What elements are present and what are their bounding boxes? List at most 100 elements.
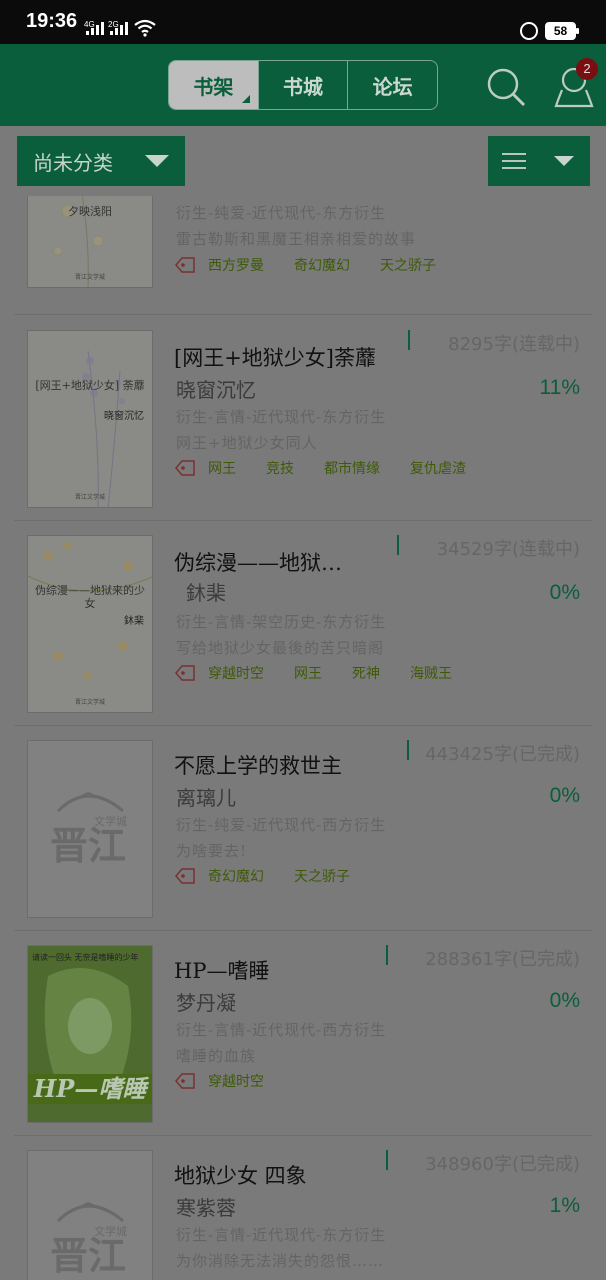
book-item[interactable]: 夕映浅阳 晋江文学城 衍生-纯爱-近代现代-东方衍生 雷古勒斯和黑魔王相亲相爱的… xyxy=(14,196,592,315)
cover-title: [网王+地狱少女] 荼蘼 xyxy=(35,379,145,392)
book-tag[interactable]: 复仇虐渣 xyxy=(410,458,466,478)
book-title: HP—嗜睡 xyxy=(174,959,270,983)
book-cover[interactable]: 晋江 文学城 xyxy=(27,740,153,918)
tag-icon xyxy=(175,460,195,476)
book-description: 嗜睡的血族 xyxy=(176,1047,257,1065)
book-genre: 衍生-言情-近代现代-东方衍生 xyxy=(176,408,387,426)
book-tag[interactable]: 穿越时空 xyxy=(208,663,264,683)
category-dropdown[interactable]: 尚未分类 xyxy=(17,136,185,186)
book-tag[interactable]: 天之骄子 xyxy=(380,255,436,275)
book-tags: 网王 竞技 都市情缘 复仇虐渣 xyxy=(174,458,466,478)
cover-publisher: 晋江文学城 xyxy=(74,699,105,706)
book-title: 不愿上学的救世主 xyxy=(174,754,342,778)
book-genre: 衍生-纯爱-近代现代-东方衍生 xyxy=(176,204,387,222)
book-cover[interactable]: 伪综漫——地狱来的少女 鈢棐 晋江文学城 xyxy=(27,535,153,713)
divider xyxy=(407,740,409,760)
book-word-count: 8295字(连载中) xyxy=(448,334,580,355)
app-header: 书架 书城 论坛 2 xyxy=(0,44,606,126)
book-title: 伪综漫——地狱… xyxy=(174,551,342,575)
cover-author: 晓窗沉忆 xyxy=(104,411,144,422)
reading-progress: 11% xyxy=(539,376,580,399)
book-tag[interactable]: 西方罗曼 xyxy=(208,255,264,275)
book-title: 地狱少女 四象 xyxy=(174,1164,307,1188)
cover-publisher: 文学城 xyxy=(94,815,127,828)
book-item[interactable]: 晋江 文学城 348960字(已完成) 地狱少女 四象 寒紫蓉 1% 衍生-言情… xyxy=(14,1136,592,1280)
book-tag[interactable]: 都市情缘 xyxy=(324,458,380,478)
cover-publisher: 请读一回头 无奈是嗜睡的少年 xyxy=(32,953,139,962)
tag-icon xyxy=(175,868,195,884)
signal-icon-1 xyxy=(86,22,104,35)
tag-icon xyxy=(175,1073,195,1089)
cover-publisher: 晋江文学城 xyxy=(74,494,105,501)
tab-bar: 书架 书城 论坛 xyxy=(168,60,438,110)
book-tag[interactable]: 穿越时空 xyxy=(208,1071,264,1091)
book-item[interactable]: 伪综漫——地狱来的少女 鈢棐 晋江文学城 34529字(连载中) 伪综漫——地狱… xyxy=(14,521,592,726)
book-tag[interactable]: 奇幻魔幻 xyxy=(294,255,350,275)
book-title: [网王+地狱少女]荼蘼 xyxy=(174,346,376,370)
signal-icon-2 xyxy=(110,22,128,35)
cover-author: 鈢棐 xyxy=(124,616,144,627)
tag-icon xyxy=(175,665,195,681)
chevron-down-icon xyxy=(554,156,574,166)
reading-progress: 0% xyxy=(549,989,580,1012)
wifi-icon xyxy=(134,19,156,37)
reading-progress: 1% xyxy=(549,1194,580,1217)
book-tag[interactable]: 死神 xyxy=(352,663,380,683)
book-author: 寒紫蓉 xyxy=(176,1196,236,1220)
cover-title: 伪综漫——地狱来的少女 xyxy=(35,584,145,610)
cover-publisher: 文学城 xyxy=(94,1225,127,1238)
book-tag[interactable]: 竞技 xyxy=(266,458,294,478)
tab-bookshelf[interactable]: 书架 xyxy=(169,61,259,109)
book-item[interactable]: 晋江 文学城 443425字(已完成) 不愿上学的救世主 离璃儿 0% 衍生-纯… xyxy=(14,726,592,931)
tab-bookstore[interactable]: 书城 xyxy=(259,61,349,109)
status-bar: 19:36 4G 2G 58 xyxy=(0,0,606,44)
cover-title: HP—嗜睡 xyxy=(28,1074,152,1104)
divider xyxy=(408,330,410,350)
book-genre: 衍生-言情-近代现代-西方衍生 xyxy=(176,1021,387,1039)
book-genre: 衍生-纯爱-近代现代-西方衍生 xyxy=(176,816,387,834)
notification-badge: 2 xyxy=(576,58,598,80)
book-cover[interactable]: 请读一回头 无奈是嗜睡的少年 HP—嗜睡 xyxy=(27,945,153,1123)
book-cover[interactable]: [网王+地狱少女] 荼蘼 晓窗沉忆 晋江文学城 xyxy=(27,330,153,508)
battery-icon: 58 xyxy=(545,22,579,40)
book-item[interactable]: [网王+地狱少女] 荼蘼 晓窗沉忆 晋江文学城 8295字(连载中) [网王+地… xyxy=(14,316,592,521)
view-mode-dropdown[interactable] xyxy=(488,136,590,186)
book-tag[interactable]: 天之骄子 xyxy=(294,866,350,886)
book-word-count: 288361字(已完成) xyxy=(425,949,580,970)
book-genre: 衍生-言情-架空历史-东方衍生 xyxy=(176,613,387,631)
book-description: 写给地狱少女最後的苦只暗阁 xyxy=(176,639,385,657)
book-cover[interactable]: 晋江 文学城 xyxy=(27,1150,153,1280)
rotation-lock-icon xyxy=(520,22,538,40)
book-cover[interactable]: 夕映浅阳 晋江文学城 xyxy=(27,196,153,288)
notification-button[interactable]: 2 xyxy=(548,58,598,110)
chevron-down-icon xyxy=(145,155,169,167)
book-list[interactable]: 夕映浅阳 晋江文学城 衍生-纯爱-近代现代-东方衍生 雷古勒斯和黑魔王相亲相爱的… xyxy=(0,196,606,1280)
divider xyxy=(397,535,399,555)
book-tag[interactable]: 网王 xyxy=(294,663,322,683)
cover-title: 夕映浅阳 xyxy=(68,205,112,218)
book-tags: 奇幻魔幻 天之骄子 xyxy=(174,866,350,886)
book-word-count: 348960字(已完成) xyxy=(425,1154,580,1175)
divider xyxy=(386,945,388,965)
book-author: 鈢棐 xyxy=(186,581,226,605)
book-tag[interactable]: 海贼王 xyxy=(410,663,452,683)
reading-progress: 0% xyxy=(549,784,580,807)
book-description: 为你消除无法消失的怨恨…… xyxy=(176,1252,385,1270)
status-time: 19:36 xyxy=(26,10,78,32)
book-word-count: 34529字(连载中) xyxy=(436,539,580,560)
book-tags: 穿越时空 xyxy=(174,1071,264,1091)
book-tags: 西方罗曼 奇幻魔幻 天之骄子 xyxy=(174,255,436,275)
tab-forum[interactable]: 论坛 xyxy=(348,61,437,109)
book-description: 雷古勒斯和黑魔王相亲相爱的故事 xyxy=(176,230,417,248)
book-author: 晓窗沉忆 xyxy=(176,378,256,402)
toolbar: 尚未分类 xyxy=(0,126,606,196)
search-icon[interactable] xyxy=(485,66,527,108)
cover-publisher: 晋江文学城 xyxy=(74,274,105,281)
book-description: 为啥要去! xyxy=(176,842,248,860)
book-tag[interactable]: 奇幻魔幻 xyxy=(208,866,264,886)
book-tags: 穿越时空 网王 死神 海贼王 xyxy=(174,663,452,683)
book-tag[interactable]: 网王 xyxy=(208,458,236,478)
category-label: 尚未分类 xyxy=(33,150,113,175)
book-item[interactable]: 请读一回头 无奈是嗜睡的少年 HP—嗜睡 288361字(已完成) HP—嗜睡 … xyxy=(14,931,592,1136)
list-menu-icon xyxy=(502,153,526,169)
